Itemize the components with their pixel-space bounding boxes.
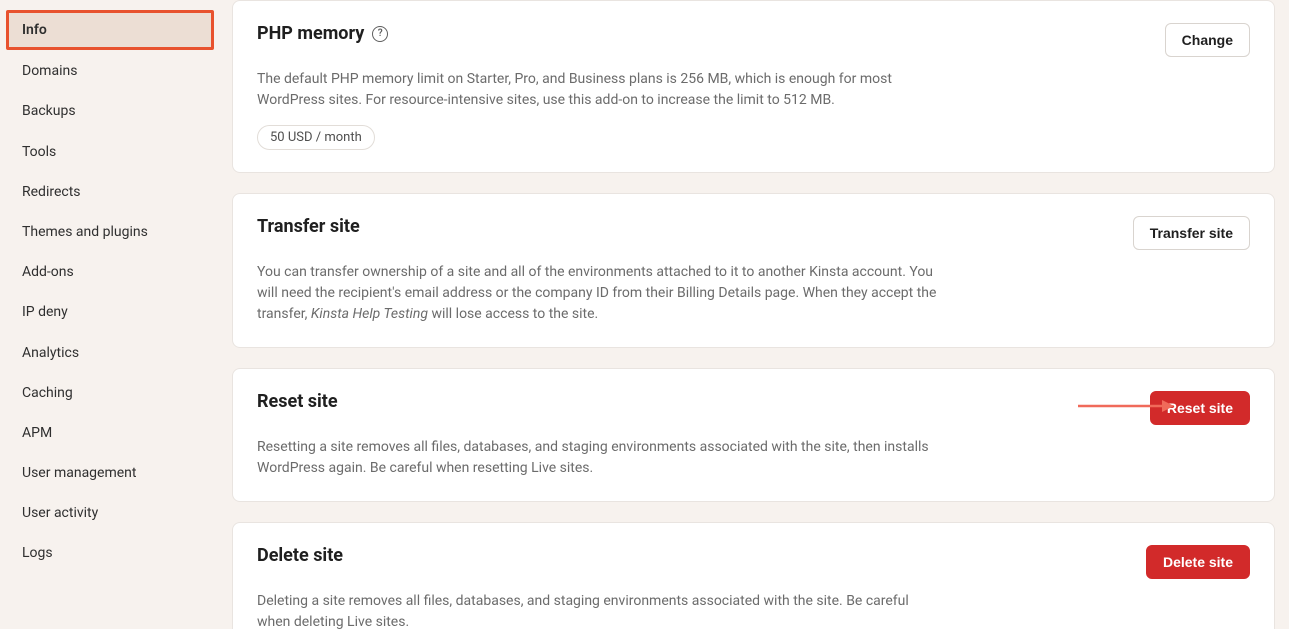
- sidebar-item-ip-deny[interactable]: IP deny: [6, 293, 214, 331]
- sidebar-item-label: Themes and plugins: [22, 224, 148, 240]
- sidebar-item-label: Info: [22, 22, 47, 38]
- delete-site-button[interactable]: Delete site: [1146, 545, 1250, 579]
- card-title: PHP memory: [257, 23, 364, 44]
- card-title: Delete site: [257, 545, 343, 566]
- sidebar-item-domains[interactable]: Domains: [6, 52, 214, 90]
- main-content: PHP memory ? Change The default PHP memo…: [218, 0, 1289, 629]
- sidebar-item-label: User management: [22, 465, 136, 481]
- sidebar-item-user-activity[interactable]: User activity: [6, 494, 214, 532]
- sidebar-item-user-management[interactable]: User management: [6, 454, 214, 492]
- sidebar-item-label: User activity: [22, 505, 98, 521]
- sidebar-item-caching[interactable]: Caching: [6, 374, 214, 412]
- price-pill: 50 USD / month: [257, 125, 375, 150]
- sidebar-item-analytics[interactable]: Analytics: [6, 334, 214, 372]
- sidebar-item-label: Add-ons: [22, 264, 74, 280]
- card-title: Transfer site: [257, 216, 360, 237]
- card-description: Resetting a site removes all files, data…: [257, 437, 937, 479]
- sidebar-item-label: IP deny: [22, 304, 68, 320]
- sidebar-item-label: Domains: [22, 63, 77, 79]
- sidebar-item-tools[interactable]: Tools: [6, 133, 214, 171]
- transfer-site-button[interactable]: Transfer site: [1133, 216, 1250, 250]
- card-description: You can transfer ownership of a site and…: [257, 262, 937, 325]
- card-delete-site: Delete site Delete site Deleting a site …: [232, 522, 1275, 629]
- card-php-memory: PHP memory ? Change The default PHP memo…: [232, 0, 1275, 173]
- sidebar-item-label: Tools: [22, 144, 56, 160]
- change-button[interactable]: Change: [1165, 23, 1250, 57]
- sidebar-item-logs[interactable]: Logs: [6, 534, 214, 572]
- sidebar-item-label: Caching: [22, 385, 73, 401]
- reset-site-button[interactable]: Reset site: [1150, 391, 1250, 425]
- card-head: Delete site Delete site: [257, 545, 1250, 579]
- sidebar-item-backups[interactable]: Backups: [6, 92, 214, 130]
- sidebar-item-label: Analytics: [22, 345, 79, 361]
- sidebar-item-label: Logs: [22, 545, 53, 561]
- card-head: PHP memory ? Change: [257, 23, 1250, 57]
- sidebar-item-label: APM: [22, 425, 52, 441]
- card-description: Deleting a site removes all files, datab…: [257, 591, 937, 629]
- card-reset-site: Reset site Reset site Resetting a site r…: [232, 368, 1275, 502]
- sidebar-item-label: Backups: [22, 103, 76, 119]
- sidebar: Info Domains Backups Tools Redirects The…: [0, 0, 218, 629]
- desc-post: will lose access to the site.: [428, 306, 598, 322]
- card-title: Reset site: [257, 391, 338, 412]
- card-head: Transfer site Transfer site: [257, 216, 1250, 250]
- help-icon[interactable]: ?: [372, 26, 388, 42]
- sidebar-item-redirects[interactable]: Redirects: [6, 173, 214, 211]
- card-title-wrap: PHP memory ?: [257, 23, 388, 44]
- sidebar-item-label: Redirects: [22, 184, 81, 200]
- card-head: Reset site Reset site: [257, 391, 1250, 425]
- sidebar-item-info[interactable]: Info: [6, 10, 214, 50]
- card-transfer-site: Transfer site Transfer site You can tran…: [232, 193, 1275, 348]
- desc-em: Kinsta Help Testing: [311, 306, 428, 322]
- card-description: The default PHP memory limit on Starter,…: [257, 69, 937, 111]
- sidebar-item-apm[interactable]: APM: [6, 414, 214, 452]
- sidebar-item-add-ons[interactable]: Add-ons: [6, 253, 214, 291]
- sidebar-item-themes-plugins[interactable]: Themes and plugins: [6, 213, 214, 251]
